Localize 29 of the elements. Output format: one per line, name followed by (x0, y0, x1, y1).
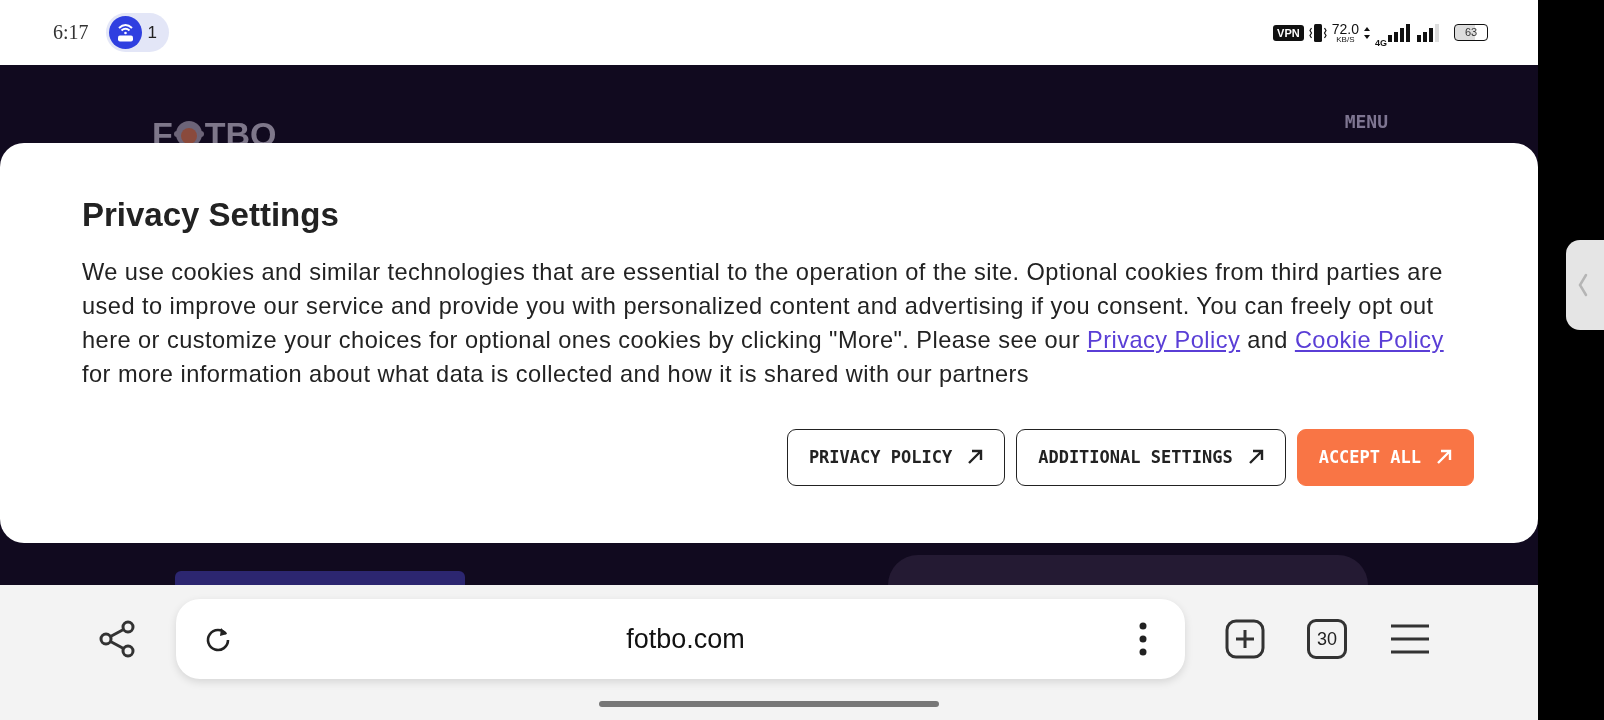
policy-link[interactable]: Cookie Policy (1294, 326, 1444, 353)
new-tab-icon[interactable] (1225, 619, 1265, 659)
settings-button[interactable]: PRIVACY POLICY (786, 428, 1006, 486)
policy-link[interactable]: Privacy Policy (1087, 326, 1241, 353)
chevron-left-icon (1578, 273, 1588, 297)
side-panel-handle[interactable] (1566, 240, 1604, 330)
network-speed: 72.0 (1331, 21, 1359, 36)
share-icon[interactable] (98, 619, 136, 659)
vibrate-icon (1308, 22, 1327, 43)
menu-icon[interactable] (1389, 623, 1431, 655)
menu-link[interactable]: MENU (1344, 111, 1388, 132)
tab-count-button[interactable]: 30 (1307, 619, 1347, 659)
data-arrows-icon (1364, 26, 1370, 39)
signal-icon (1417, 23, 1441, 42)
vpn-badge: VPN (1273, 24, 1304, 41)
settings-button[interactable]: ADDITIONAL SETTINGS (1016, 428, 1286, 486)
address-bar[interactable]: fotbo.com (176, 599, 1185, 679)
url-text: fotbo.com (626, 623, 745, 655)
speed-unit: KB/S (1336, 35, 1355, 44)
notification-count: 1 (147, 22, 158, 43)
network-type: 4G (1375, 37, 1387, 48)
clock-time: 6:17 (53, 21, 89, 44)
router-icon (108, 16, 142, 49)
more-icon[interactable] (1139, 622, 1147, 656)
reload-icon[interactable] (204, 625, 232, 653)
battery-level: 63 (1464, 27, 1478, 38)
signal-icon (1388, 23, 1412, 42)
consent-text: We use cookies and similar technologies that are essential to the operation of the site. Optional cookies from third parties are used to improve our service and provide you with personalized content and advertising if you consent. You can freely opt out here or customize your choices for optional ones cookies by clicking "More". Please see our Privacy Policy and Cookie Policy for more information about what data is collected and how it is shared with our partners (82, 257, 1445, 389)
dialog-title: Privacy Settings (82, 195, 340, 235)
